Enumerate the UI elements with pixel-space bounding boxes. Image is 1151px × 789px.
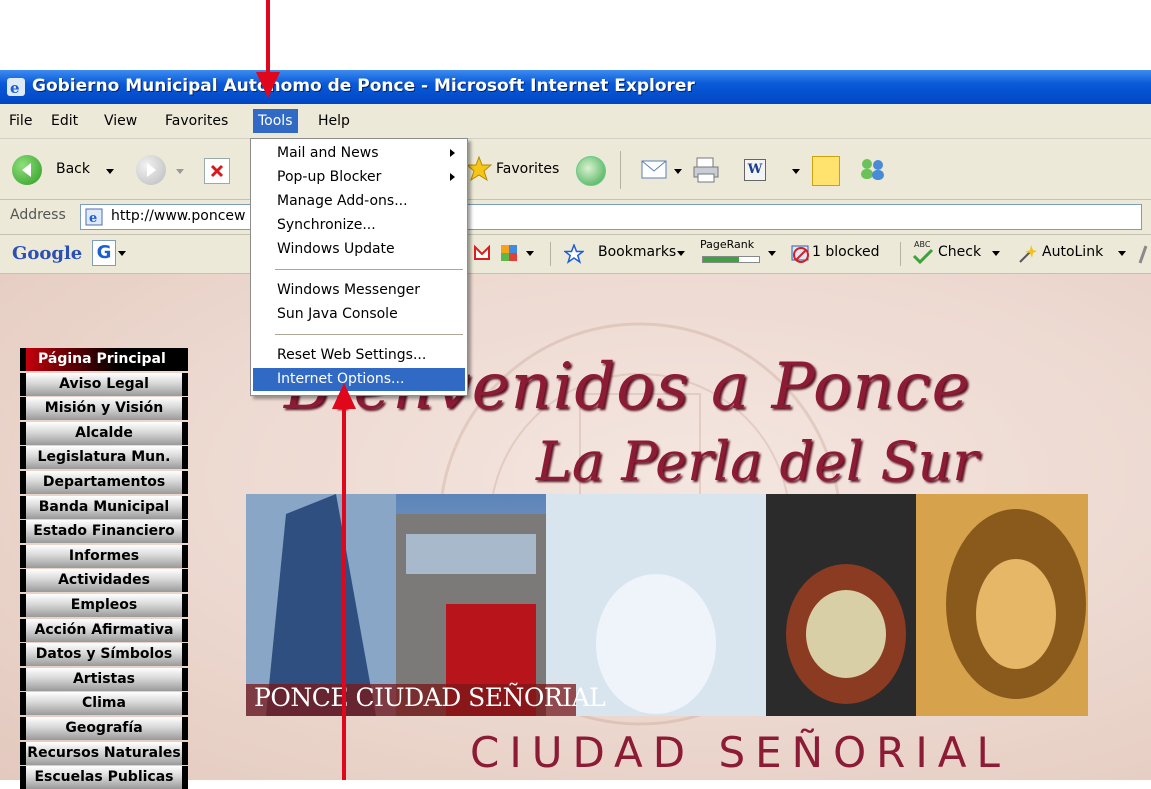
- ciudad-heading: CIUDAD SEÑORIAL: [470, 728, 1010, 777]
- address-input[interactable]: e http://www.poncew: [80, 204, 1142, 230]
- popup-blocked-count[interactable]: 1 blocked: [812, 244, 880, 260]
- menu-item-reset-web-settings[interactable]: Reset Web Settings...: [253, 344, 465, 367]
- back-dropdown-icon[interactable]: [106, 169, 114, 174]
- back-arrow-icon[interactable]: [12, 155, 42, 185]
- pagerank-label[interactable]: PageRank: [700, 238, 754, 251]
- favorites-star-icon[interactable]: [466, 155, 492, 183]
- nav-item-escuelas-publicas[interactable]: Escuelas Publicas: [20, 766, 188, 789]
- nav-item-empleos[interactable]: Empleos: [20, 594, 188, 617]
- menu-item-popup-blocker[interactable]: Pop-up Blocker: [253, 166, 465, 189]
- nav-item-actividades[interactable]: Actividades: [20, 569, 188, 593]
- google-dropdown-icon[interactable]: [118, 251, 126, 256]
- stop-icon[interactable]: [204, 158, 230, 184]
- mail-dropdown-icon[interactable]: [674, 169, 682, 174]
- annotation-arrow-down-icon: [256, 72, 280, 98]
- nav-item-accion-afirmativa[interactable]: Acción Afirmativa: [20, 618, 188, 642]
- check-dropdown-icon[interactable]: [992, 251, 1000, 256]
- pagerank-bar: [702, 256, 760, 263]
- gmail-icon[interactable]: [474, 244, 490, 262]
- tools-menu-dropdown: Mail and News Pop-up Blocker Manage Add-…: [250, 138, 468, 396]
- menu-help[interactable]: Help: [313, 109, 355, 133]
- menu-item-synchronize[interactable]: Synchronize...: [253, 214, 465, 237]
- menu-tools[interactable]: Tools: [253, 109, 298, 133]
- banner-caption: PONCE CIUDAD SEÑORIAL: [254, 683, 606, 712]
- favorites-button-label[interactable]: Favorites: [496, 161, 559, 177]
- window-title-bar[interactable]: e Gobierno Municipal Autónomo de Ponce -…: [0, 70, 1151, 104]
- discuss-note-icon[interactable]: [812, 156, 840, 186]
- autolink-wand-icon[interactable]: [1016, 243, 1038, 265]
- menu-item-manage-addons[interactable]: Manage Add-ons...: [253, 190, 465, 213]
- puzzle-dropdown-icon[interactable]: [526, 251, 534, 256]
- autolink-button[interactable]: AutoLink: [1042, 244, 1103, 260]
- options-icon[interactable]: [1138, 243, 1150, 265]
- menu-separator: [275, 334, 463, 335]
- spellcheck-button[interactable]: Check: [938, 244, 981, 260]
- nav-item-recursos-naturales[interactable]: Recursos Naturales: [20, 741, 188, 765]
- menu-bar: File Edit View Favorites Tools Help: [0, 104, 1151, 139]
- spellcheck-icon[interactable]: [912, 248, 934, 264]
- nav-item-banda-municipal[interactable]: Banda Municipal: [20, 495, 188, 519]
- forward-arrow-icon[interactable]: [136, 155, 166, 185]
- puzzle-icon[interactable]: [498, 242, 520, 264]
- standard-toolbar: Back Favorites W: [0, 139, 1151, 200]
- submenu-arrow-icon: [450, 173, 455, 181]
- address-label: Address: [10, 207, 66, 223]
- google-separator: [550, 242, 551, 266]
- nav-item-estado-financiero[interactable]: Estado Financiero: [20, 520, 188, 544]
- internet-explorer-icon: e: [7, 78, 25, 97]
- nav-item-legislatura[interactable]: Legislatura Mun.: [20, 446, 188, 470]
- google-logo[interactable]: Google: [12, 243, 82, 264]
- menu-view[interactable]: View: [99, 109, 142, 133]
- autolink-dropdown-icon[interactable]: [1118, 251, 1126, 256]
- address-bar: Address e http://www.poncew: [0, 200, 1151, 235]
- address-url: http://www.poncew: [111, 208, 246, 224]
- nav-item-datos-simbolos[interactable]: Datos y Símbolos: [20, 643, 188, 667]
- bookmarks-button[interactable]: Bookmarks: [598, 244, 676, 260]
- back-button-label[interactable]: Back: [56, 161, 90, 177]
- nav-item-pagina-principal[interactable]: Página Principal: [20, 348, 188, 371]
- svg-text:e: e: [89, 211, 97, 226]
- submenu-arrow-icon: [450, 149, 455, 157]
- google-search-button[interactable]: G: [92, 240, 116, 266]
- history-icon[interactable]: [576, 156, 606, 186]
- menu-item-sun-java-console[interactable]: Sun Java Console: [253, 303, 465, 326]
- annotation-arrow-bottom-shaft: [342, 405, 346, 780]
- menu-item-internet-options[interactable]: Internet Options...: [253, 368, 465, 391]
- svg-text:e: e: [10, 79, 20, 97]
- menu-edit[interactable]: Edit: [46, 109, 83, 133]
- menu-file[interactable]: File: [4, 109, 37, 133]
- google-toolbar: Google G Bookmarks PageRank 1 blocked AB…: [0, 235, 1151, 274]
- menu-item-windows-messenger[interactable]: Windows Messenger: [253, 279, 465, 302]
- menu-favorites[interactable]: Favorites: [160, 109, 233, 133]
- nav-item-mision-vision[interactable]: Misión y Visión: [20, 397, 188, 421]
- forward-dropdown-icon[interactable]: [176, 169, 184, 174]
- google-separator: [900, 242, 901, 266]
- nav-item-clima[interactable]: Clima: [20, 692, 188, 716]
- toolbar-separator: [620, 151, 621, 189]
- page-icon: e: [85, 208, 103, 226]
- menu-separator: [275, 269, 463, 270]
- bookmarks-dropdown-icon[interactable]: [677, 251, 685, 256]
- nav-item-aviso-legal[interactable]: Aviso Legal: [20, 372, 188, 396]
- messenger-icon[interactable]: [856, 155, 888, 185]
- bookmarks-star-icon[interactable]: [564, 244, 584, 264]
- nav-item-informes[interactable]: Informes: [20, 544, 188, 568]
- word-edit-icon[interactable]: W: [744, 159, 766, 181]
- print-icon[interactable]: [692, 155, 722, 185]
- mail-icon[interactable]: [640, 155, 670, 183]
- nav-item-artistas[interactable]: Artistas: [20, 667, 188, 691]
- nav-item-departamentos[interactable]: Departamentos: [20, 471, 188, 494]
- banner-collage-image: PONCE CIUDAD SEÑORIAL: [246, 494, 1088, 716]
- popup-blocked-icon[interactable]: [790, 243, 812, 265]
- annotation-arrow-top-shaft: [266, 0, 270, 78]
- nav-item-geografia[interactable]: Geografía: [20, 717, 188, 740]
- menu-item-mail-news[interactable]: Mail and News: [253, 142, 465, 165]
- pagerank-dropdown-icon[interactable]: [768, 251, 776, 256]
- menu-item-windows-update[interactable]: Windows Update: [253, 238, 465, 261]
- nav-item-alcalde[interactable]: Alcalde: [20, 421, 188, 445]
- edit-dropdown-icon[interactable]: [792, 169, 800, 174]
- page-subheading: La Perla del Sur: [536, 430, 979, 493]
- window-title: Gobierno Municipal Autónomo de Ponce - M…: [32, 76, 695, 96]
